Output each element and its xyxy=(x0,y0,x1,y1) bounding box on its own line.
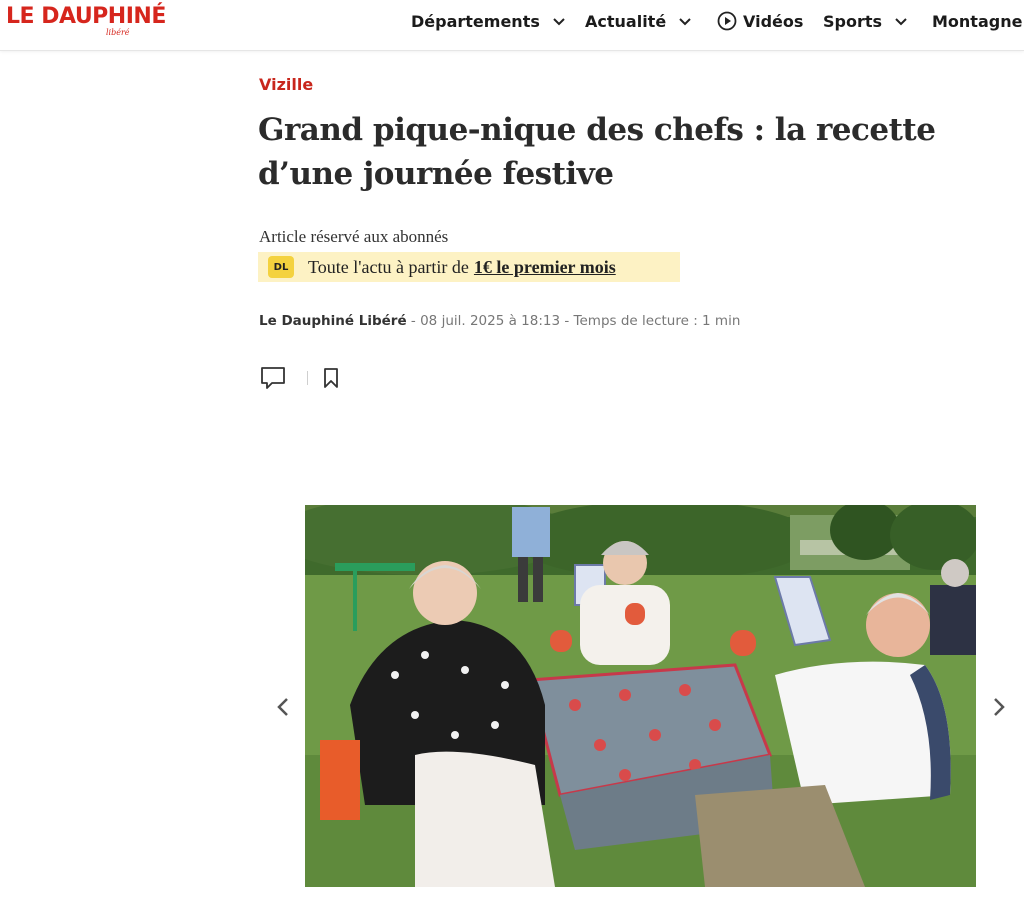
byline-author: Le Dauphiné Libéré xyxy=(259,313,407,329)
article-photo[interactable] xyxy=(305,505,976,887)
subscriber-notice: Article réservé aux abonnés xyxy=(259,227,449,246)
site-logo[interactable]: LE DAUPHINÉ libéré xyxy=(6,4,181,38)
chevron-right-icon[interactable] xyxy=(988,694,1010,720)
promo-text: Toute l'actu à partir de xyxy=(308,256,469,277)
byline-separator: - xyxy=(410,313,416,329)
play-circle-icon xyxy=(717,11,737,31)
article-title: Grand pique-nique des chefs : la recette… xyxy=(258,112,936,192)
byline-reading-time: Temps de lecture : 1 min xyxy=(573,313,741,329)
nav-item-actualite[interactable]: Actualité xyxy=(585,0,692,42)
byline-date: 08 juil. 2025 à 18:13 xyxy=(420,313,561,329)
nav-label: Sports xyxy=(823,11,883,31)
article-actions xyxy=(259,365,340,391)
logo-wordmark: LE DAUPHINÉ xyxy=(6,4,166,29)
nav-item-sports[interactable]: Sports xyxy=(823,0,908,42)
dl-badge-icon: DL xyxy=(268,256,294,278)
byline-separator: - xyxy=(564,313,570,329)
chevron-down-icon xyxy=(895,18,907,26)
action-divider xyxy=(307,371,308,385)
promo-offer-link[interactable]: 1€ le premier mois xyxy=(474,257,616,278)
article-category-link[interactable]: Vizille xyxy=(259,75,313,94)
bookmark-icon[interactable] xyxy=(322,367,340,389)
logo-subtitle: libéré xyxy=(106,28,130,37)
chevron-down-icon xyxy=(553,18,565,26)
nav-label: Vidéos xyxy=(743,11,804,31)
nav-item-videos[interactable]: Vidéos xyxy=(717,0,803,42)
article-byline: Le Dauphiné Libéré - 08 juil. 2025 à 18:… xyxy=(259,313,740,329)
site-header: LE DAUPHINÉ libéré Départements Actualit… xyxy=(0,0,1024,51)
chevron-down-icon xyxy=(679,18,691,26)
subscription-promo-banner[interactable]: DL Toute l'actu à partir de 1€ le premie… xyxy=(258,252,680,282)
nav-item-departements[interactable]: Départements xyxy=(411,0,566,42)
nav-label: Actualité xyxy=(585,11,667,31)
nav-label: Montagne xyxy=(932,11,1023,31)
nav-label: Départements xyxy=(411,11,540,31)
picnic-photo-illustration xyxy=(305,505,976,887)
nav-item-montagne[interactable]: Montagne xyxy=(932,0,1022,42)
comment-icon[interactable] xyxy=(259,365,287,391)
chevron-left-icon[interactable] xyxy=(272,694,294,720)
